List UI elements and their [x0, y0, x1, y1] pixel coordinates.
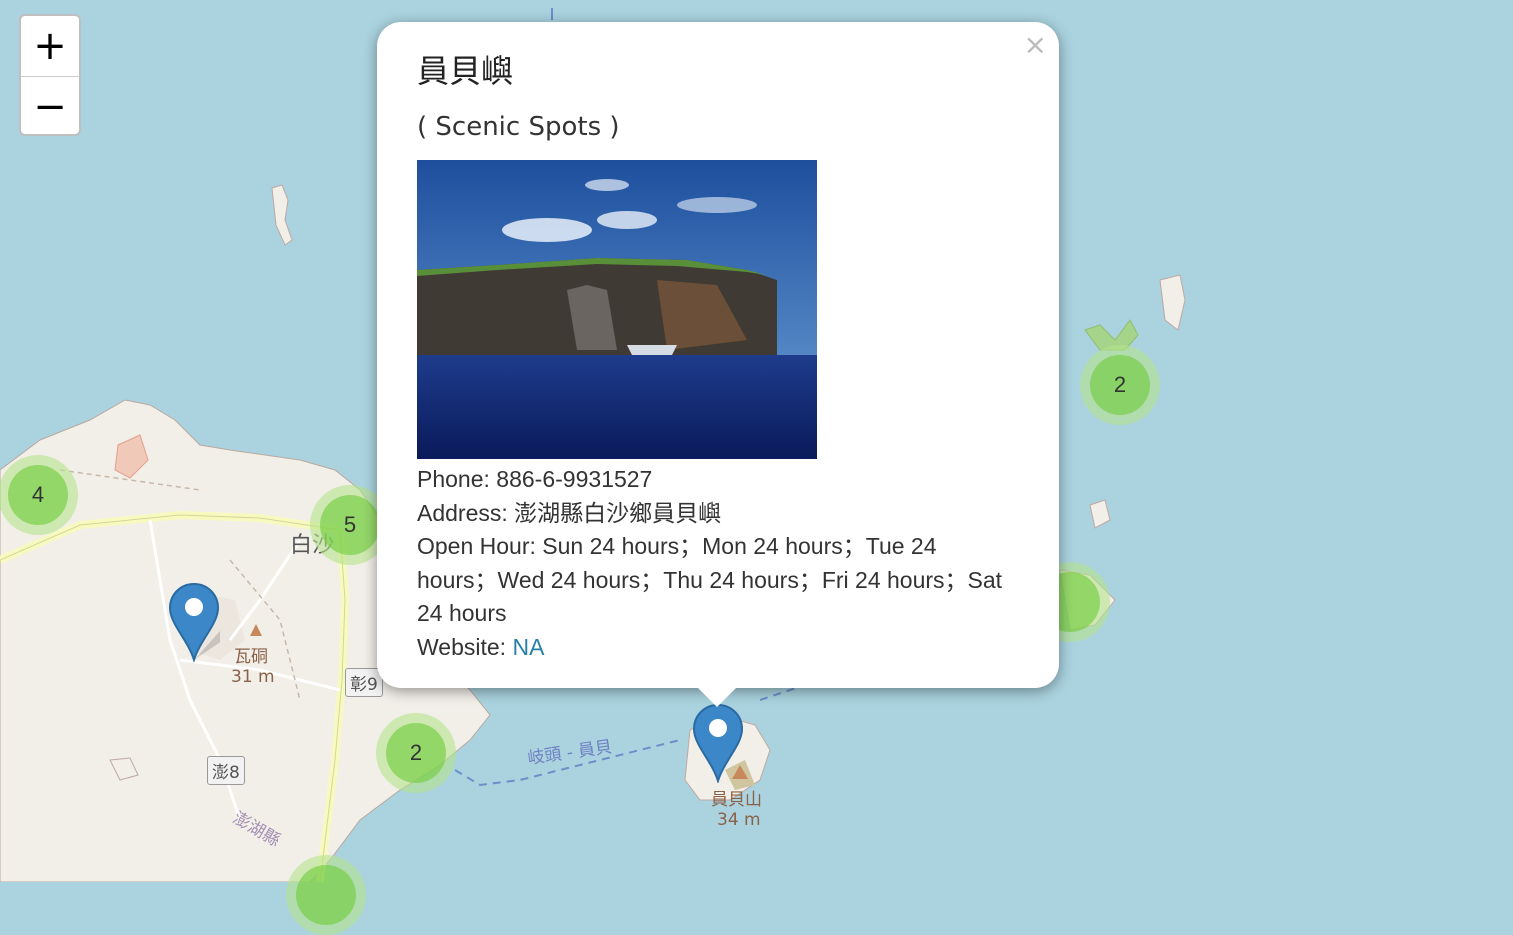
zoom-out-button[interactable]: −: [21, 76, 79, 134]
cluster-count: 5: [320, 495, 380, 555]
phone-label: Phone:: [417, 466, 497, 492]
map-pin-icon-selected[interactable]: [692, 703, 744, 783]
place-info: Phone: 886-6-9931527 Address: 澎湖縣白沙鄉員貝嶼 …: [417, 463, 1019, 664]
place-category: ( Scenic Spots ): [417, 112, 620, 142]
zoom-in-button[interactable]: +: [21, 16, 79, 76]
marker-cluster[interactable]: 4: [0, 455, 78, 535]
address-value: 澎湖縣白沙鄉員貝嶼: [514, 499, 722, 526]
road-shield-chang9: 彰9: [345, 668, 383, 697]
address-row: Address: 澎湖縣白沙鄉員貝嶼: [417, 497, 1019, 531]
cluster-count: 4: [8, 465, 68, 525]
phone-row: Phone: 886-6-9931527: [417, 463, 1019, 497]
marker-cluster[interactable]: 2: [376, 713, 456, 793]
road-shield-peng8: 澎8: [207, 756, 245, 785]
popup-tip: [697, 687, 737, 707]
website-link[interactable]: NA: [512, 634, 544, 660]
map-pin-icon[interactable]: [168, 582, 220, 662]
open-hour-row: Open Hour: Sun 24 hours；Mon 24 hours；Tue…: [417, 530, 1019, 631]
phone-value: 886-6-9931527: [496, 466, 653, 492]
marker-cluster-partial[interactable]: [286, 855, 366, 935]
website-row: Website: NA: [417, 631, 1019, 665]
peak-label-wadong: 瓦硐: [234, 647, 268, 667]
peak-elevation-wadong: 31 m: [231, 667, 275, 687]
website-label: Website:: [417, 633, 513, 660]
peak-elevation-yuanbei: 34 m: [717, 810, 761, 830]
peak-label-yuanbei: 員貝山: [711, 790, 762, 810]
place-popup: × 員貝嶼 ( Scenic Spots ) Phone: 886-6-9931…: [377, 22, 1059, 688]
cluster-count-hidden: [296, 865, 356, 925]
zoom-control: + −: [19, 14, 81, 136]
marker-cluster[interactable]: 2: [1080, 345, 1160, 425]
open-hour-label: Open Hour:: [417, 533, 543, 559]
cluster-count: 2: [386, 723, 446, 783]
place-title: 員貝嶼: [417, 52, 514, 90]
address-label: Address:: [417, 499, 515, 526]
close-icon[interactable]: ×: [1024, 28, 1047, 61]
place-photo: [417, 160, 817, 459]
cluster-count: 2: [1090, 355, 1150, 415]
